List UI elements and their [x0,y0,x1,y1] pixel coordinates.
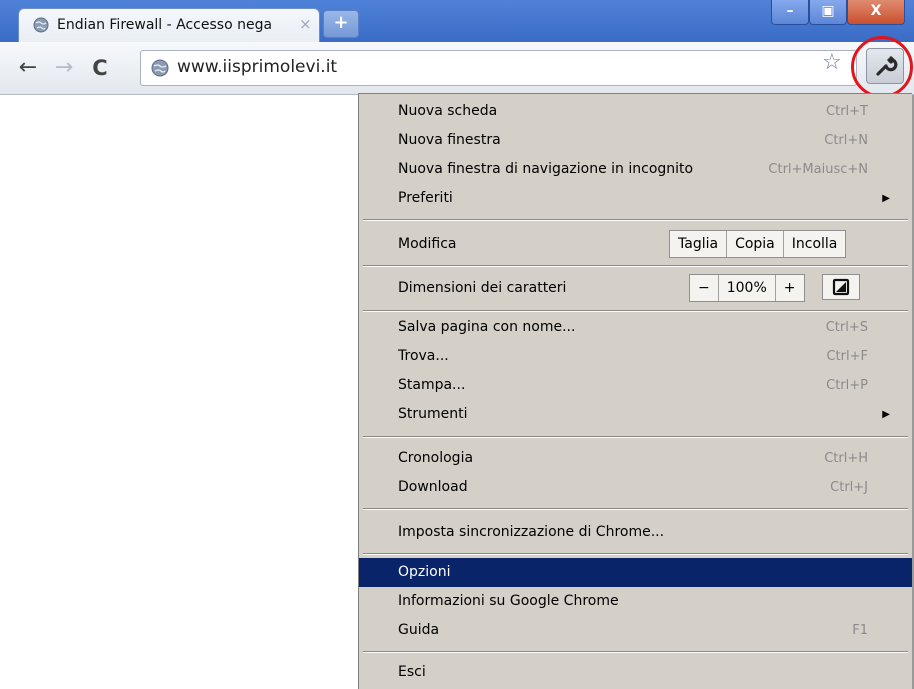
minimize-button[interactable]: – [771,0,809,25]
menu-item-label: Dimensioni dei caratteri [398,280,567,296]
menu-item-label: Esci [398,664,426,680]
menu-shortcut: F1 [852,623,868,638]
menu-separator [363,553,908,555]
menu-item-save-page[interactable]: Salva pagina con nome... Ctrl+S [359,313,912,342]
menu-item-label: Strumenti [398,406,468,422]
menu-item-new-tab[interactable]: Nuova scheda Ctrl+T [359,97,912,126]
menu-item-label: Imposta sincronizzazione di Chrome... [398,524,665,540]
menu-item-history[interactable]: Cronologia Ctrl+H [359,444,912,473]
menu-shortcut: Ctrl+S [825,320,868,335]
menu-item-label: Trova... [398,348,449,364]
menu-item-label: Informazioni su Google Chrome [398,593,619,609]
maximize-button[interactable]: ▣ [809,0,847,25]
menu-item-options[interactable]: Opzioni [359,558,912,587]
menu-separator [363,310,908,312]
menu-item-label: Nuova scheda [398,103,498,119]
menu-shortcut: Ctrl+N [824,133,868,148]
forward-button[interactable]: → [50,54,78,82]
menu-shortcut: Ctrl+J [830,480,868,495]
new-tab-button[interactable]: + [323,10,359,38]
edit-button-group: Taglia Copia Incolla [669,230,847,258]
highlight-circle [851,36,913,98]
menu-shortcut: Ctrl+F [826,349,868,364]
menu-item-print[interactable]: Stampa... Ctrl+P [359,371,912,400]
menu-item-new-window[interactable]: Nuova finestra Ctrl+N [359,126,912,155]
menu-item-label: Nuova finestra di navigazione in incogni… [398,161,694,177]
menu-item-help[interactable]: Guida F1 [359,616,912,645]
close-window-button[interactable]: X [847,0,905,25]
menu-item-label: Preferiti [398,190,453,206]
zoom-out-button[interactable]: − [690,275,719,301]
menu-item-find[interactable]: Trova... Ctrl+F [359,342,912,371]
menu-item-label: Guida [398,622,440,638]
menu-separator [363,265,908,267]
paste-button[interactable]: Incolla [783,231,846,257]
menu-item-label: Salva pagina con nome... [398,319,576,335]
menu-item-label: Cronologia [398,450,474,466]
submenu-arrow-icon: ▶ [882,409,890,420]
submenu-arrow-icon: ▶ [882,193,890,204]
page-globe-icon [151,59,169,77]
menu-item-label: Stampa... [398,377,466,393]
fullscreen-button[interactable] [822,274,860,300]
menu-item-sync[interactable]: Imposta sincronizzazione di Chrome... [359,518,912,547]
title-bar: Endian Firewall - Accesso nega × + – ▣ X [0,0,914,43]
menu-shortcut: Ctrl+Maiusc+N [768,162,868,177]
menu-separator [363,219,908,221]
back-button[interactable]: ← [14,54,42,82]
menu-separator [363,508,908,510]
wrench-dropdown-menu: Nuova scheda Ctrl+T Nuova finestra Ctrl+… [358,93,912,689]
bookmark-star-icon[interactable]: ☆ [822,50,842,75]
cut-button[interactable]: Taglia [670,231,728,257]
zoom-level: 100% [718,275,776,301]
menu-item-label: Nuova finestra [398,132,501,148]
menu-item-font-size: Dimensioni dei caratteri − 100% + [359,270,912,306]
menu-separator [363,436,908,438]
zoom-in-button[interactable]: + [775,275,804,301]
zoom-control-group: − 100% + [689,274,805,302]
menu-separator [363,651,908,653]
browser-tab[interactable]: Endian Firewall - Accesso nega × [18,8,320,43]
fullscreen-icon [823,278,859,303]
menu-item-label: Opzioni [398,564,451,580]
menu-shortcut: Ctrl+T [826,104,868,119]
tab-close-icon[interactable]: × [299,15,312,33]
menu-item-bookmarks[interactable]: Preferiti ▶ [359,184,912,213]
menu-item-label: Modifica [398,236,457,252]
toolbar: ← → C www.iisprimolevi.it [0,42,914,95]
menu-item-edit: Modifica Taglia Copia Incolla [359,226,912,262]
menu-item-downloads[interactable]: Download Ctrl+J [359,473,912,502]
address-bar[interactable]: www.iisprimolevi.it [140,50,857,86]
menu-item-exit[interactable]: Esci [359,658,912,687]
globe-icon [33,17,49,33]
url-text: www.iisprimolevi.it [177,57,338,77]
menu-item-label: Download [398,479,468,495]
menu-shortcut: Ctrl+H [824,451,868,466]
copy-button[interactable]: Copia [727,231,784,257]
menu-item-incognito[interactable]: Nuova finestra di navigazione in incogni… [359,155,912,184]
menu-shortcut: Ctrl+P [826,378,868,393]
reload-button[interactable]: C [86,54,114,82]
menu-item-tools[interactable]: Strumenti ▶ [359,400,912,429]
tab-title: Endian Firewall - Accesso nega [57,17,273,33]
menu-item-about[interactable]: Informazioni su Google Chrome [359,587,912,616]
